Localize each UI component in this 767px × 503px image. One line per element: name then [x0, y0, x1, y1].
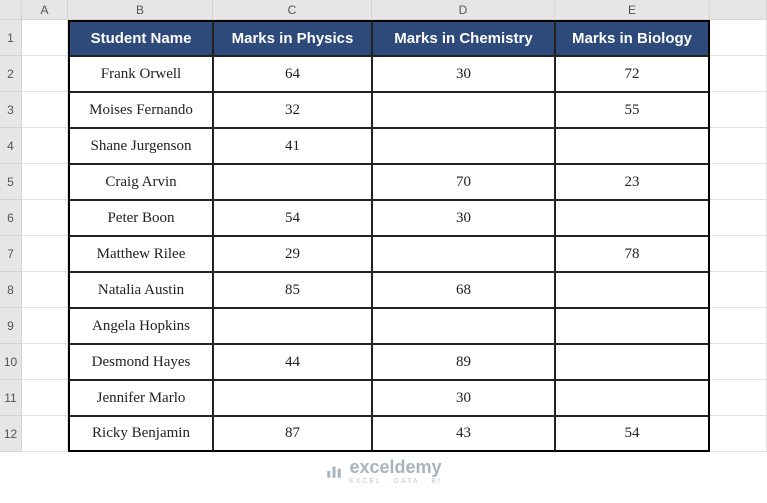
- cell-F4[interactable]: [710, 128, 767, 164]
- cell-phy-8[interactable]: 44: [213, 344, 372, 380]
- cell-chem-8[interactable]: 89: [372, 344, 555, 380]
- row-header-12[interactable]: 12: [0, 416, 22, 452]
- table-header-name[interactable]: Student Name: [68, 20, 213, 56]
- table-header-biology[interactable]: Marks in Biology: [555, 20, 710, 56]
- cell-bio-1[interactable]: 55: [555, 92, 710, 128]
- cell-name-3[interactable]: Craig Arvin: [68, 164, 213, 200]
- cell-bio-6[interactable]: [555, 272, 710, 308]
- cell-name-4[interactable]: Peter Boon: [68, 200, 213, 236]
- cell-bio-4[interactable]: [555, 200, 710, 236]
- cell-A4[interactable]: [22, 128, 68, 164]
- row-header-8[interactable]: 8: [0, 272, 22, 308]
- cell-chem-2[interactable]: [372, 128, 555, 164]
- cell-bio-8[interactable]: [555, 344, 710, 380]
- watermark-tagline: EXCEL · DATA · BI: [349, 478, 442, 485]
- cell-A12[interactable]: [22, 416, 68, 452]
- cell-A9[interactable]: [22, 308, 68, 344]
- cell-bio-9[interactable]: [555, 380, 710, 416]
- cell-F11[interactable]: [710, 380, 767, 416]
- cell-A6[interactable]: [22, 200, 68, 236]
- cell-bio-10[interactable]: 54: [555, 416, 710, 452]
- row-header-3[interactable]: 3: [0, 92, 22, 128]
- cell-name-9[interactable]: Jennifer Marlo: [68, 380, 213, 416]
- cell-phy-5[interactable]: 29: [213, 236, 372, 272]
- cell-F6[interactable]: [710, 200, 767, 236]
- cell-F7[interactable]: [710, 236, 767, 272]
- col-header-blank: [710, 0, 767, 20]
- cell-phy-7[interactable]: [213, 308, 372, 344]
- cell-name-7[interactable]: Angela Hopkins: [68, 308, 213, 344]
- cell-phy-2[interactable]: 41: [213, 128, 372, 164]
- cell-bio-7[interactable]: [555, 308, 710, 344]
- bar-chart-icon: [325, 462, 343, 480]
- cell-A5[interactable]: [22, 164, 68, 200]
- cell-chem-4[interactable]: 30: [372, 200, 555, 236]
- cell-name-1[interactable]: Moises Fernando: [68, 92, 213, 128]
- row-header-7[interactable]: 7: [0, 236, 22, 272]
- cell-chem-6[interactable]: 68: [372, 272, 555, 308]
- cell-A3[interactable]: [22, 92, 68, 128]
- cell-name-0[interactable]: Frank Orwell: [68, 56, 213, 92]
- cell-A1[interactable]: [22, 20, 68, 56]
- cell-name-10[interactable]: Ricky Benjamin: [68, 416, 213, 452]
- cell-F8[interactable]: [710, 272, 767, 308]
- row-header-1[interactable]: 1: [0, 20, 22, 56]
- cell-chem-7[interactable]: [372, 308, 555, 344]
- cell-phy-1[interactable]: 32: [213, 92, 372, 128]
- cell-A7[interactable]: [22, 236, 68, 272]
- row-header-9[interactable]: 9: [0, 308, 22, 344]
- table-header-chemistry[interactable]: Marks in Chemistry: [372, 20, 555, 56]
- row-header-11[interactable]: 11: [0, 380, 22, 416]
- cell-A2[interactable]: [22, 56, 68, 92]
- cell-chem-5[interactable]: [372, 236, 555, 272]
- table-header-physics[interactable]: Marks in Physics: [213, 20, 372, 56]
- cell-chem-0[interactable]: 30: [372, 56, 555, 92]
- cell-F3[interactable]: [710, 92, 767, 128]
- row-header-2[interactable]: 2: [0, 56, 22, 92]
- watermark: exceldemy EXCEL · DATA · BI: [0, 457, 767, 485]
- cell-F10[interactable]: [710, 344, 767, 380]
- cell-name-6[interactable]: Natalia Austin: [68, 272, 213, 308]
- cell-name-5[interactable]: Matthew Rilee: [68, 236, 213, 272]
- cell-phy-0[interactable]: 64: [213, 56, 372, 92]
- cell-phy-9[interactable]: [213, 380, 372, 416]
- row-header-6[interactable]: 6: [0, 200, 22, 236]
- col-header-E[interactable]: E: [555, 0, 710, 20]
- cell-A11[interactable]: [22, 380, 68, 416]
- cell-A10[interactable]: [22, 344, 68, 380]
- select-all-corner[interactable]: [0, 0, 22, 20]
- cell-F1[interactable]: [710, 20, 767, 56]
- cell-bio-0[interactable]: 72: [555, 56, 710, 92]
- cell-chem-1[interactable]: [372, 92, 555, 128]
- watermark-brand: exceldemy: [349, 457, 441, 477]
- col-header-B[interactable]: B: [68, 0, 213, 20]
- col-header-C[interactable]: C: [213, 0, 372, 20]
- cell-bio-3[interactable]: 23: [555, 164, 710, 200]
- row-header-10[interactable]: 10: [0, 344, 22, 380]
- cell-name-2[interactable]: Shane Jurgenson: [68, 128, 213, 164]
- cell-F9[interactable]: [710, 308, 767, 344]
- cell-phy-6[interactable]: 85: [213, 272, 372, 308]
- cell-chem-3[interactable]: 70: [372, 164, 555, 200]
- cell-phy-3[interactable]: [213, 164, 372, 200]
- cell-bio-5[interactable]: 78: [555, 236, 710, 272]
- cell-phy-4[interactable]: 54: [213, 200, 372, 236]
- spreadsheet-grid[interactable]: A B C D E 1 Student Name Marks in Physic…: [0, 0, 767, 452]
- cell-phy-10[interactable]: 87: [213, 416, 372, 452]
- cell-A8[interactable]: [22, 272, 68, 308]
- cell-chem-10[interactable]: 43: [372, 416, 555, 452]
- cell-F12[interactable]: [710, 416, 767, 452]
- cell-chem-9[interactable]: 30: [372, 380, 555, 416]
- col-header-D[interactable]: D: [372, 0, 555, 20]
- row-header-4[interactable]: 4: [0, 128, 22, 164]
- cell-bio-2[interactable]: [555, 128, 710, 164]
- cell-F5[interactable]: [710, 164, 767, 200]
- col-header-A[interactable]: A: [22, 0, 68, 20]
- row-header-5[interactable]: 5: [0, 164, 22, 200]
- cell-name-8[interactable]: Desmond Hayes: [68, 344, 213, 380]
- cell-F2[interactable]: [710, 56, 767, 92]
